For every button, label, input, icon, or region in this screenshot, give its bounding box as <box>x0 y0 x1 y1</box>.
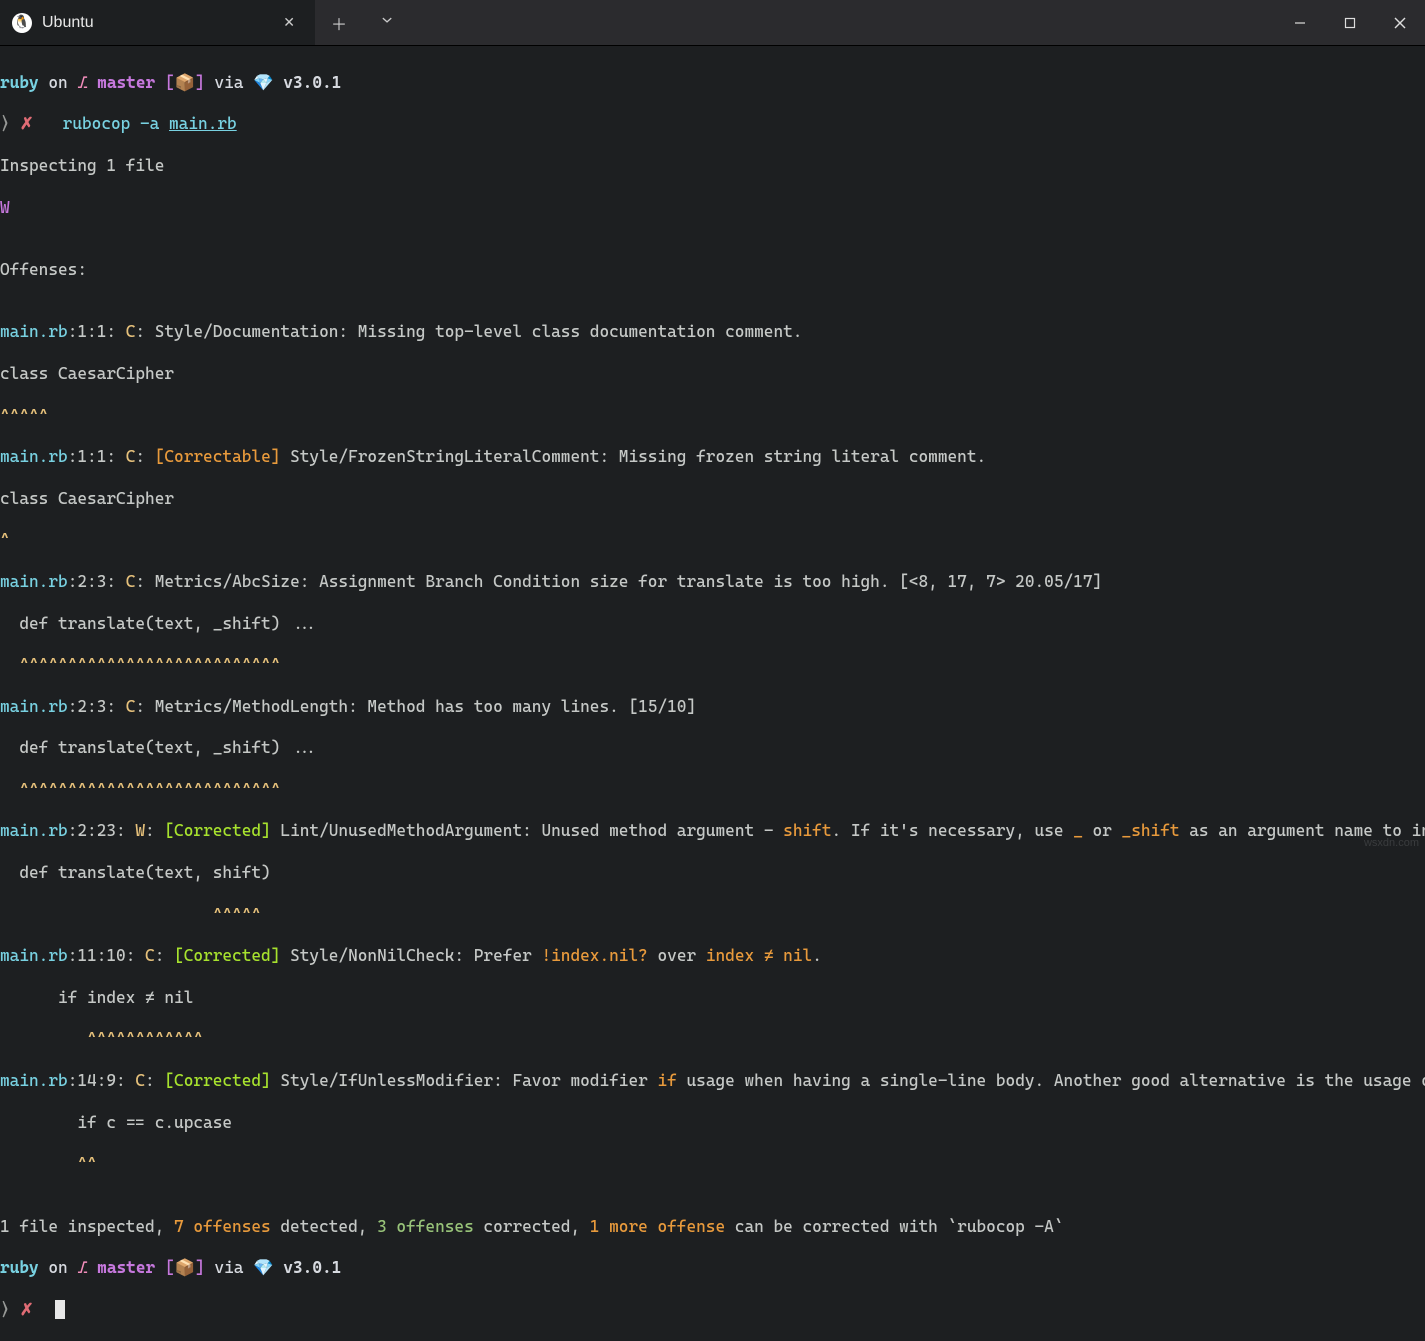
close-tab-button[interactable]: ✕ <box>275 11 303 35</box>
cursor <box>55 1300 65 1319</box>
offense-code: def translate(text, _shift) ... <box>0 738 1425 759</box>
prompt-line: ruby on ⎇ master [📦] via 💎 v3.0.1 <box>0 73 1425 94</box>
titlebar: 🐧 Ubuntu ✕ ＋ ⌄ <box>0 0 1425 46</box>
offense-code: if index ≠ nil <box>0 988 1425 1009</box>
offense-caret: ^^^^^^^^^^^^^^^^^^^^^^^^^^^ <box>0 655 1425 676</box>
offense-line: main.rb:1:1: C: Style/Documentation: Mis… <box>0 322 1425 343</box>
offense-caret: ^^^^^ <box>0 905 1425 926</box>
maximize-button[interactable] <box>1325 0 1375 45</box>
terminal-output[interactable]: ruby on ⎇ master [📦] via 💎 v3.0.1 ⟩ ✗ ru… <box>0 46 1425 1341</box>
output-line: Inspecting 1 file <box>0 156 1425 177</box>
offense-code: class CaesarCipher <box>0 364 1425 385</box>
offense-caret: ^^^^^^^^^^^^ <box>0 1029 1425 1050</box>
offense-code: class CaesarCipher <box>0 489 1425 510</box>
offense-code: def translate(text, shift) <box>0 863 1425 884</box>
offense-line: main.rb:2:3: C: Metrics/AbcSize: Assignm… <box>0 572 1425 593</box>
offense-line: main.rb:14:9: C: [Corrected] Style/IfUnl… <box>0 1071 1425 1092</box>
offense-line: main.rb:11:10: C: [Corrected] Style/NonN… <box>0 946 1425 967</box>
offense-code: def translate(text, _shift) ... <box>0 614 1425 635</box>
offense-caret: ^^^^^ <box>0 406 1425 427</box>
minimize-button[interactable] <box>1275 0 1325 45</box>
prompt-line: ruby on ⎇ master [📦] via 💎 v3.0.1 <box>0 1258 1425 1279</box>
offenses-header: Offenses: <box>0 260 1425 281</box>
tab-dropdown-button[interactable]: ⌄ <box>363 0 411 45</box>
offense-caret: ^^^^^^^^^^^^^^^^^^^^^^^^^^^ <box>0 780 1425 801</box>
offense-caret: ^ <box>0 530 1425 551</box>
tab-title: Ubuntu <box>42 14 265 32</box>
offense-code: if c == c.upcase <box>0 1113 1425 1134</box>
close-window-button[interactable] <box>1375 0 1425 45</box>
offense-line: main.rb:2:23: W: [Corrected] Lint/Unused… <box>0 821 1425 842</box>
watermark: wsxdn.com <box>1364 837 1419 849</box>
offense-line: main.rb:1:1: C: [Correctable] Style/Froz… <box>0 447 1425 468</box>
new-tab-button[interactable]: ＋ <box>315 0 363 45</box>
output-status-w: W <box>0 198 1425 219</box>
terminal-tab[interactable]: 🐧 Ubuntu ✕ <box>0 0 315 45</box>
prompt-ready[interactable]: ⟩ ✗ <box>0 1300 1425 1321</box>
summary-line: 1 file inspected, 7 offenses detected, 3… <box>0 1217 1425 1238</box>
command-line: ⟩ ✗ rubocop -a main.rb <box>0 114 1425 135</box>
offense-caret: ^^ <box>0 1154 1425 1175</box>
ubuntu-icon: 🐧 <box>12 13 32 33</box>
offense-line: main.rb:2:3: C: Metrics/MethodLength: Me… <box>0 697 1425 718</box>
titlebar-spacer <box>411 0 1275 45</box>
window-controls <box>1275 0 1425 45</box>
